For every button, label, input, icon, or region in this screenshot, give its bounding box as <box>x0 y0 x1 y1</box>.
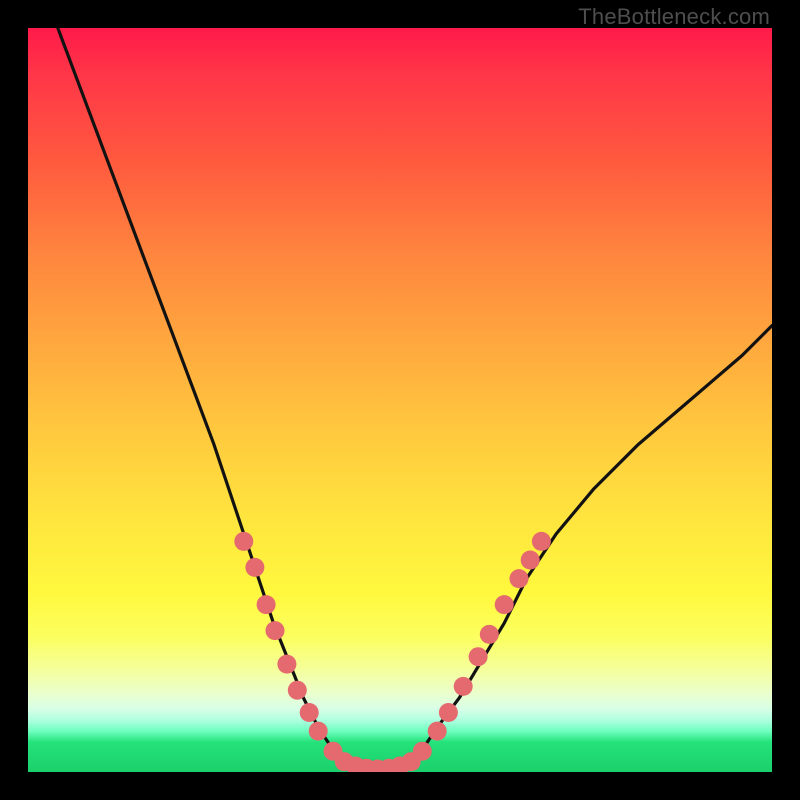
data-dot <box>300 703 319 722</box>
bottleneck-curve <box>58 28 772 769</box>
data-dot <box>469 647 488 666</box>
watermark-text: TheBottleneck.com <box>578 4 770 30</box>
plot-area <box>28 28 772 772</box>
data-dot <box>521 551 540 570</box>
chart-frame: TheBottleneck.com <box>0 0 800 800</box>
data-dot <box>245 558 264 577</box>
data-dot <box>309 722 328 741</box>
data-dot <box>266 621 285 640</box>
data-dot <box>234 532 253 551</box>
data-dot <box>480 625 499 644</box>
data-dot <box>288 681 307 700</box>
data-dot <box>413 742 432 761</box>
data-dot <box>510 569 529 588</box>
data-dot <box>277 655 296 674</box>
data-dot <box>428 722 447 741</box>
data-dot <box>532 532 551 551</box>
data-dot <box>454 677 473 696</box>
data-dot <box>495 595 514 614</box>
data-dot <box>439 703 458 722</box>
curve-layer <box>28 28 772 772</box>
data-dot <box>257 595 276 614</box>
